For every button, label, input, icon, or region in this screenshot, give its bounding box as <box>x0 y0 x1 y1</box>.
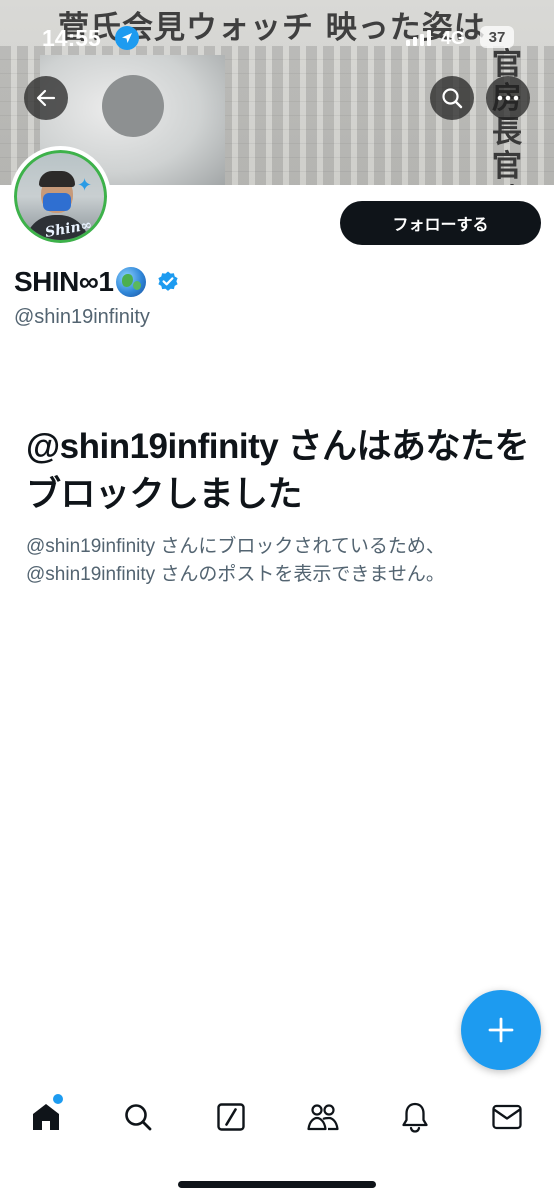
notifications-icon <box>402 1102 428 1133</box>
nav-communities[interactable] <box>303 1097 343 1137</box>
globe-emoji-icon <box>116 267 147 297</box>
verified-badge-icon[interactable] <box>156 270 180 294</box>
home-new-indicator <box>53 1094 63 1104</box>
network-type: 4G <box>441 28 466 48</box>
signal-icon <box>406 30 432 46</box>
bottom-nav <box>0 1085 554 1150</box>
grok-icon <box>217 1103 245 1131</box>
search-button[interactable] <box>430 76 474 120</box>
nav-notifications[interactable] <box>395 1097 435 1137</box>
nav-search[interactable] <box>118 1097 158 1137</box>
more-icon <box>497 95 519 101</box>
display-name: SHIN∞1 <box>14 266 114 297</box>
follow-button[interactable]: フォローする <box>340 201 541 245</box>
nav-messages[interactable] <box>487 1097 527 1137</box>
more-button[interactable] <box>486 76 530 120</box>
profile-name-row: SHIN∞1 <box>14 262 180 302</box>
battery-icon: 37 <box>480 26 514 48</box>
communities-icon <box>307 1104 339 1131</box>
back-button[interactable] <box>24 76 68 120</box>
blocked-title: @shin19infinity さんはあなたをブロックしました <box>26 427 529 514</box>
blocked-description: @shin19infinity さんにブロックされているため、@shin19in… <box>26 536 445 585</box>
avatar[interactable]: ✦ Shin∞ <box>10 146 111 247</box>
home-indicator-bar[interactable] <box>178 1181 376 1188</box>
nav-grok[interactable] <box>211 1097 251 1137</box>
search-icon <box>125 1104 152 1131</box>
compose-post-button[interactable] <box>461 990 541 1070</box>
bird-icon: ✦ <box>77 175 93 195</box>
arrow-left-icon <box>36 89 56 107</box>
profile-handle: @shin19infinity <box>14 306 150 328</box>
plus-icon <box>488 1017 514 1043</box>
status-time: 14:55 <box>42 25 101 51</box>
messages-icon <box>492 1104 522 1130</box>
location-icon <box>115 26 139 50</box>
home-icon <box>33 1104 59 1130</box>
search-icon <box>442 88 463 109</box>
battery-level: 37 <box>488 28 506 46</box>
status-bar: 14:55 4G 37 <box>0 0 554 70</box>
